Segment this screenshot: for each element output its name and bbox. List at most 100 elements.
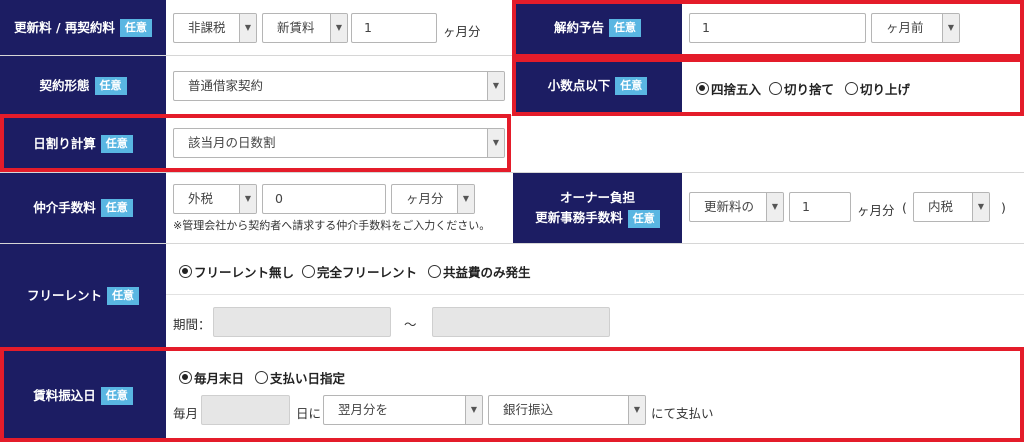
cancel-notice-unit-select[interactable]: ヶ月前 ▼	[871, 13, 960, 43]
free-rent-option-label: 共益費のみ発生	[443, 265, 531, 280]
optional-badge: 任意	[119, 18, 152, 37]
rent-transfer-option-month-end[interactable]: 毎月末日	[179, 368, 244, 387]
rent-transfer-option-label: 支払い日指定	[270, 371, 346, 386]
owner-fee-paren-open: (	[902, 200, 907, 215]
renewal-amount-input[interactable]: 1	[351, 13, 437, 43]
chevron-down-icon: ▼	[972, 193, 989, 221]
rent-transfer-label: 賃料振込日	[33, 387, 96, 403]
decimal-option-label: 四捨五入	[711, 82, 762, 97]
chevron-down-icon: ▼	[457, 185, 474, 213]
brokerage-label: 仲介手数料	[33, 200, 96, 216]
contract-type-value: 普通借家契約	[188, 78, 264, 93]
contract-type-label: 契約形態	[39, 77, 90, 93]
cancel-notice-unit-value: ヶ月前	[886, 20, 924, 35]
brokerage-amount-input[interactable]: 0	[262, 184, 386, 214]
rent-transfer-option-specify[interactable]: 支払い日指定	[255, 368, 345, 387]
chevron-down-icon: ▼	[239, 185, 256, 213]
free-rent-option-label: 完全フリーレント	[317, 265, 418, 280]
rent-transfer-day-suffix: 日に	[296, 406, 322, 421]
rent-transfer-method-value: 銀行振込	[503, 402, 554, 417]
chevron-down-icon: ▼	[487, 129, 504, 157]
daily-calc-header: 日割り計算 任意	[0, 116, 166, 172]
rent-transfer-month-select[interactable]: 翌月分を ▼	[323, 395, 483, 425]
brokerage-note: ※管理会社から契約者へ請求する仲介手数料をご入力ください。	[173, 219, 491, 232]
rent-transfer-day-input[interactable]	[201, 395, 290, 425]
rent-transfer-prefix: 毎月	[173, 406, 199, 421]
renewal-basis-value: 新賃料	[277, 20, 315, 35]
chevron-down-icon: ▼	[628, 396, 645, 424]
brokerage-unit-value: ヶ月分	[406, 191, 444, 206]
decimal-option-floor[interactable]: 切り捨て	[769, 79, 834, 98]
optional-badge: 任意	[100, 386, 133, 405]
optional-badge: 任意	[100, 199, 133, 217]
daily-calc-value: 該当月の日数割	[188, 135, 276, 150]
free-rent-tilde: ～	[404, 317, 417, 332]
chevron-down-icon: ▼	[487, 72, 504, 100]
free-rent-label: フリーレント	[26, 288, 102, 304]
contract-type-select[interactable]: 普通借家契約 ▼	[173, 71, 505, 101]
renewal-tax-select[interactable]: 非課税 ▼	[173, 13, 257, 43]
optional-badge: 任意	[100, 135, 133, 153]
renewal-basis-select[interactable]: 新賃料 ▼	[262, 13, 348, 43]
owner-fee-basis-select[interactable]: 更新料の ▼	[689, 192, 784, 222]
free-rent-option-none[interactable]: フリーレント無し	[179, 262, 294, 281]
decimal-option-round[interactable]: 四捨五入	[696, 79, 761, 98]
decimal-header: 小数点以下 任意	[513, 56, 682, 115]
owner-fee-amount-input[interactable]: 1	[789, 192, 851, 222]
brokerage-header: 仲介手数料 任意	[0, 173, 166, 243]
brokerage-tax-value: 外税	[188, 191, 214, 206]
radio-unselected-icon	[428, 265, 441, 278]
chevron-down-icon: ▼	[330, 14, 347, 42]
rent-transfer-header: 賃料振込日 任意	[0, 349, 166, 442]
radio-selected-icon	[179, 371, 192, 384]
daily-calc-select[interactable]: 該当月の日数割 ▼	[173, 128, 505, 158]
decimal-option-ceil[interactable]: 切り上げ	[845, 79, 910, 98]
owner-fee-unit-label: ヶ月分	[857, 203, 895, 218]
owner-fee-header: オーナー負担 更新事務手数料 任意	[513, 173, 682, 243]
chevron-down-icon: ▼	[239, 14, 256, 42]
contract-type-header: 契約形態 任意	[0, 56, 166, 115]
decimal-label: 小数点以下	[547, 77, 611, 93]
renewal-fee-header: 更新料 / 再契約料 任意	[0, 0, 166, 55]
free-rent-option-label: フリーレント無し	[194, 265, 295, 280]
owner-fee-tax-select[interactable]: 内税 ▼	[913, 192, 990, 222]
optional-badge: 任意	[627, 209, 660, 228]
renewal-unit-label: ヶ月分	[443, 24, 481, 39]
brokerage-unit-select[interactable]: ヶ月分 ▼	[391, 184, 475, 214]
optional-badge: 任意	[94, 76, 127, 95]
owner-fee-tax-value: 内税	[928, 199, 954, 214]
radio-selected-icon	[179, 265, 192, 278]
free-rent-period-label: 期間：	[173, 317, 211, 332]
brokerage-tax-select[interactable]: 外税 ▼	[173, 184, 257, 214]
renewal-tax-value: 非課税	[188, 20, 226, 35]
owner-fee-label-line2: 更新事務手数料	[535, 209, 623, 225]
rent-transfer-suffix: にて支払い	[651, 406, 714, 421]
optional-badge: 任意	[107, 287, 139, 305]
owner-fee-basis-value: 更新料の	[704, 199, 755, 214]
cancel-notice-amount-input[interactable]: 1	[689, 13, 866, 43]
decimal-option-label: 切り上げ	[860, 82, 911, 97]
decimal-option-label: 切り捨て	[784, 82, 835, 97]
radio-unselected-icon	[769, 82, 782, 95]
free-rent-option-common[interactable]: 共益費のみ発生	[428, 262, 531, 281]
free-rent-header: フリーレント 任意	[0, 244, 166, 348]
daily-calc-label: 日割り計算	[33, 136, 96, 152]
rent-transfer-option-label: 毎月末日	[194, 371, 245, 386]
rent-transfer-month-value: 翌月分を	[338, 402, 389, 417]
chevron-down-icon: ▼	[942, 14, 959, 42]
free-rent-option-full[interactable]: 完全フリーレント	[302, 262, 417, 281]
owner-fee-label-line1: オーナー負担	[559, 190, 635, 206]
radio-unselected-icon	[845, 82, 858, 95]
optional-badge: 任意	[609, 18, 641, 37]
optional-badge: 任意	[615, 76, 648, 95]
free-rent-end-input[interactable]	[432, 307, 610, 337]
radio-selected-icon	[696, 82, 709, 95]
cancel-notice-header: 解約予告 任意	[513, 0, 682, 55]
free-rent-start-input[interactable]	[213, 307, 391, 337]
owner-fee-paren-close: )	[1001, 200, 1006, 215]
radio-unselected-icon	[302, 265, 315, 278]
chevron-down-icon: ▼	[766, 193, 783, 221]
radio-unselected-icon	[255, 371, 268, 384]
rent-transfer-method-select[interactable]: 銀行振込 ▼	[488, 395, 646, 425]
cancel-notice-label: 解約予告	[553, 19, 604, 35]
